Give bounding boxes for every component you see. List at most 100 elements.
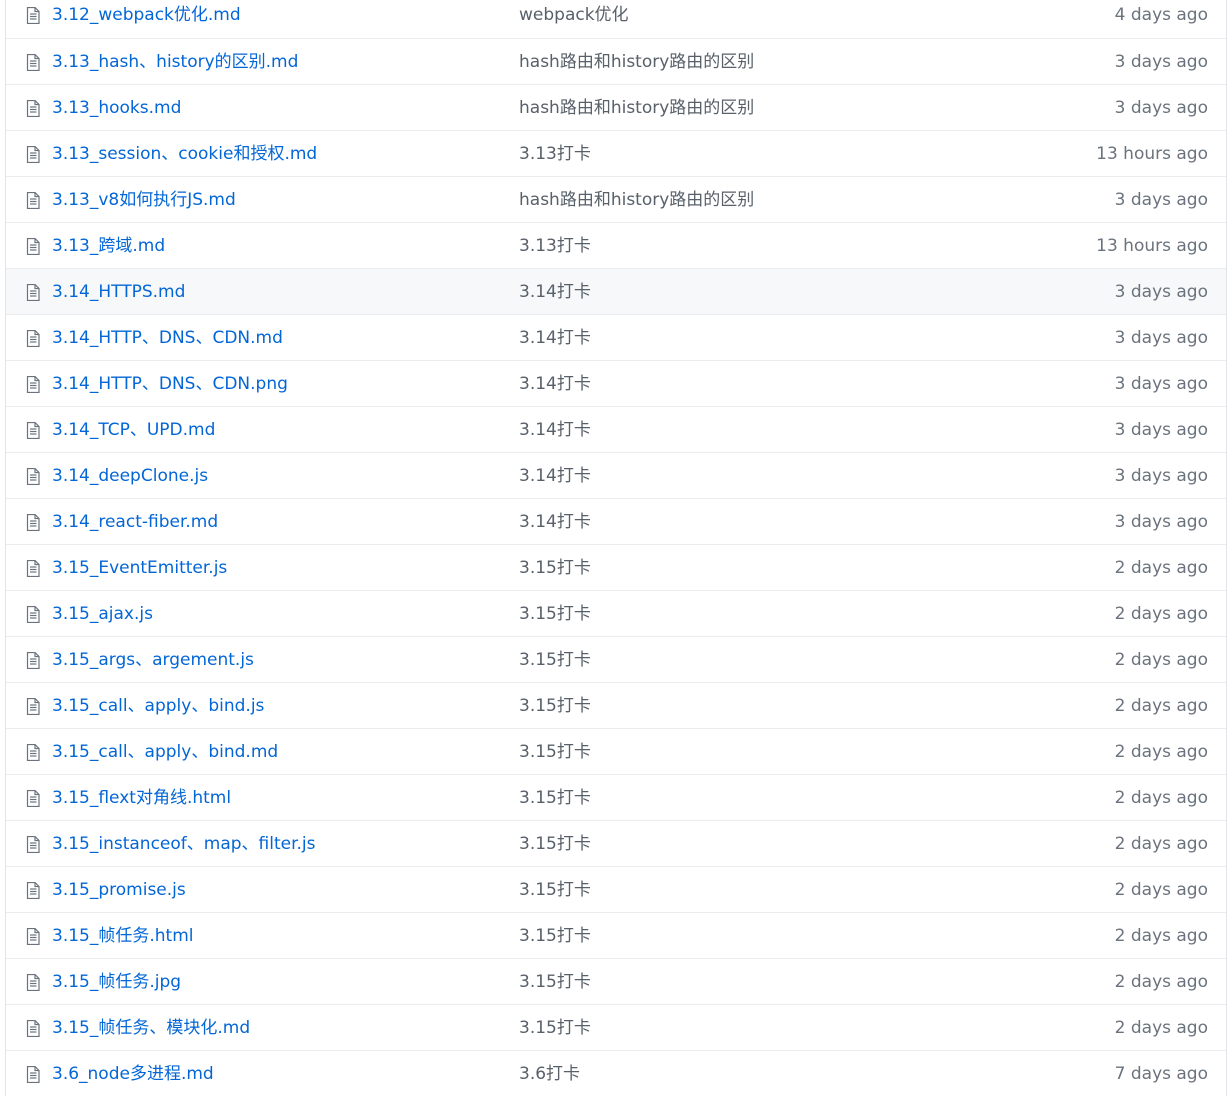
file-name-link[interactable]: 3.14_HTTPS.md	[52, 281, 185, 303]
file-name-link[interactable]: 3.14_deepClone.js	[52, 465, 208, 487]
commit-message-link[interactable]: 3.6打卡	[519, 1063, 580, 1085]
file-name-link[interactable]: 3.15_call、apply、bind.js	[52, 695, 264, 717]
commit-message-link[interactable]: 3.14打卡	[519, 511, 591, 533]
commit-age: 2 days ago	[1114, 880, 1208, 900]
file-name-link[interactable]: 3.12_webpack优化.md	[52, 4, 241, 26]
file-row[interactable]: 3.15_args、argement.js 3.15打卡 2 days ago	[6, 636, 1226, 682]
file-row[interactable]: 3.14_HTTP、DNS、CDN.md 3.14打卡 3 days ago	[6, 314, 1226, 360]
file-name-link[interactable]: 3.15_promise.js	[52, 879, 186, 901]
file-list: 3.12_webpack优化.md webpack优化 4 days ago 3…	[5, 0, 1227, 1096]
file-name-link[interactable]: 3.15_flext对角线.html	[52, 787, 231, 809]
commit-message-link[interactable]: 3.15打卡	[519, 1017, 591, 1039]
file-name-link[interactable]: 3.14_HTTP、DNS、CDN.png	[52, 373, 288, 395]
file-text-icon	[26, 789, 40, 808]
file-name-link[interactable]: 3.13_跨域.md	[52, 235, 165, 257]
file-row[interactable]: 3.15_帧任务.jpg 3.15打卡 2 days ago	[6, 958, 1226, 1004]
file-row[interactable]: 3.13_session、cookie和授权.md 3.13打卡 13 hour…	[6, 130, 1226, 176]
file-name-link[interactable]: 3.6_node多进程.md	[52, 1063, 214, 1085]
file-text-icon	[26, 973, 40, 992]
commit-age: 3 days ago	[1114, 52, 1208, 72]
file-row[interactable]: 3.14_TCP、UPD.md 3.14打卡 3 days ago	[6, 406, 1226, 452]
file-name-link[interactable]: 3.13_hooks.md	[52, 97, 181, 119]
commit-age: 3 days ago	[1114, 328, 1208, 348]
commit-age: 2 days ago	[1114, 650, 1208, 670]
file-row[interactable]: 3.15_EventEmitter.js 3.15打卡 2 days ago	[6, 544, 1226, 590]
file-name-link[interactable]: 3.14_HTTP、DNS、CDN.md	[52, 327, 283, 349]
file-row[interactable]: 3.15_帧任务.html 3.15打卡 2 days ago	[6, 912, 1226, 958]
file-name-link[interactable]: 3.15_ajax.js	[52, 603, 153, 625]
commit-message-link[interactable]: hash路由和history路由的区别	[519, 97, 754, 119]
commit-message-link[interactable]: 3.15打卡	[519, 557, 591, 579]
commit-age: 3 days ago	[1114, 374, 1208, 394]
file-row[interactable]: 3.15_flext对角线.html 3.15打卡 2 days ago	[6, 774, 1226, 820]
file-name-link[interactable]: 3.14_TCP、UPD.md	[52, 419, 215, 441]
commit-age: 7 days ago	[1114, 1064, 1208, 1084]
file-name-link[interactable]: 3.15_EventEmitter.js	[52, 557, 227, 579]
file-text-icon	[26, 191, 40, 210]
file-text-icon	[26, 651, 40, 670]
commit-message-link[interactable]: 3.15打卡	[519, 925, 591, 947]
commit-message-link[interactable]: 3.14打卡	[519, 419, 591, 441]
commit-age: 2 days ago	[1114, 972, 1208, 992]
file-row[interactable]: 3.15_ajax.js 3.15打卡 2 days ago	[6, 590, 1226, 636]
file-row[interactable]: 3.14_HTTPS.md 3.14打卡 3 days ago	[6, 268, 1226, 314]
commit-age: 2 days ago	[1114, 1018, 1208, 1038]
file-row[interactable]: 3.15_promise.js 3.15打卡 2 days ago	[6, 866, 1226, 912]
commit-message-link[interactable]: 3.14打卡	[519, 281, 591, 303]
file-row[interactable]: 3.13_跨域.md 3.13打卡 13 hours ago	[6, 222, 1226, 268]
file-text-icon	[26, 53, 40, 72]
file-text-icon	[26, 1019, 40, 1038]
file-row[interactable]: 3.12_webpack优化.md webpack优化 4 days ago	[6, 0, 1226, 38]
commit-age: 2 days ago	[1114, 926, 1208, 946]
file-row[interactable]: 3.15_instanceof、map、filter.js 3.15打卡 2 d…	[6, 820, 1226, 866]
commit-age: 2 days ago	[1114, 558, 1208, 578]
file-text-icon	[26, 145, 40, 164]
commit-message-link[interactable]: 3.15打卡	[519, 603, 591, 625]
file-name-link[interactable]: 3.15_帧任务.html	[52, 925, 193, 947]
commit-message-link[interactable]: 3.15打卡	[519, 879, 591, 901]
commit-message-link[interactable]: 3.14打卡	[519, 327, 591, 349]
commit-age: 13 hours ago	[1096, 144, 1208, 164]
commit-message-link[interactable]: hash路由和history路由的区别	[519, 189, 754, 211]
file-name-link[interactable]: 3.14_react-fiber.md	[52, 511, 218, 533]
file-row[interactable]: 3.14_HTTP、DNS、CDN.png 3.14打卡 3 days ago	[6, 360, 1226, 406]
file-row[interactable]: 3.14_react-fiber.md 3.14打卡 3 days ago	[6, 498, 1226, 544]
file-name-link[interactable]: 3.15_帧任务、模块化.md	[52, 1017, 250, 1039]
commit-message-link[interactable]: 3.15打卡	[519, 695, 591, 717]
file-row[interactable]: 3.14_deepClone.js 3.14打卡 3 days ago	[6, 452, 1226, 498]
file-row[interactable]: 3.13_hooks.md hash路由和history路由的区别 3 days…	[6, 84, 1226, 130]
file-row[interactable]: 3.15_帧任务、模块化.md 3.15打卡 2 days ago	[6, 1004, 1226, 1050]
file-name-link[interactable]: 3.15_帧任务.jpg	[52, 971, 181, 993]
file-row[interactable]: 3.15_call、apply、bind.js 3.15打卡 2 days ag…	[6, 682, 1226, 728]
commit-age: 3 days ago	[1114, 98, 1208, 118]
file-text-icon	[26, 375, 40, 394]
commit-age: 2 days ago	[1114, 696, 1208, 716]
commit-message-link[interactable]: 3.15打卡	[519, 787, 591, 809]
commit-age: 3 days ago	[1114, 512, 1208, 532]
commit-age: 13 hours ago	[1096, 236, 1208, 256]
file-text-icon	[26, 835, 40, 854]
file-text-icon	[26, 1065, 40, 1084]
commit-message-link[interactable]: hash路由和history路由的区别	[519, 51, 754, 73]
commit-message-link[interactable]: webpack优化	[519, 4, 629, 26]
file-name-link[interactable]: 3.15_args、argement.js	[52, 649, 254, 671]
file-name-link[interactable]: 3.15_instanceof、map、filter.js	[52, 833, 316, 855]
commit-message-link[interactable]: 3.13打卡	[519, 143, 591, 165]
file-name-link[interactable]: 3.13_v8如何执行JS.md	[52, 189, 236, 211]
file-name-link[interactable]: 3.15_call、apply、bind.md	[52, 741, 278, 763]
file-name-link[interactable]: 3.13_session、cookie和授权.md	[52, 143, 317, 165]
commit-message-link[interactable]: 3.14打卡	[519, 373, 591, 395]
file-row[interactable]: 3.6_node多进程.md 3.6打卡 7 days ago	[6, 1050, 1226, 1096]
commit-message-link[interactable]: 3.15打卡	[519, 971, 591, 993]
commit-message-link[interactable]: 3.13打卡	[519, 235, 591, 257]
file-row[interactable]: 3.13_v8如何执行JS.md hash路由和history路由的区别 3 d…	[6, 176, 1226, 222]
file-text-icon	[26, 697, 40, 716]
commit-message-link[interactable]: 3.15打卡	[519, 741, 591, 763]
file-name-link[interactable]: 3.13_hash、history的区别.md	[52, 51, 298, 73]
file-row[interactable]: 3.13_hash、history的区别.md hash路由和history路由…	[6, 38, 1226, 84]
commit-message-link[interactable]: 3.15打卡	[519, 649, 591, 671]
commit-message-link[interactable]: 3.14打卡	[519, 465, 591, 487]
file-row[interactable]: 3.15_call、apply、bind.md 3.15打卡 2 days ag…	[6, 728, 1226, 774]
commit-message-link[interactable]: 3.15打卡	[519, 833, 591, 855]
file-text-icon	[26, 927, 40, 946]
